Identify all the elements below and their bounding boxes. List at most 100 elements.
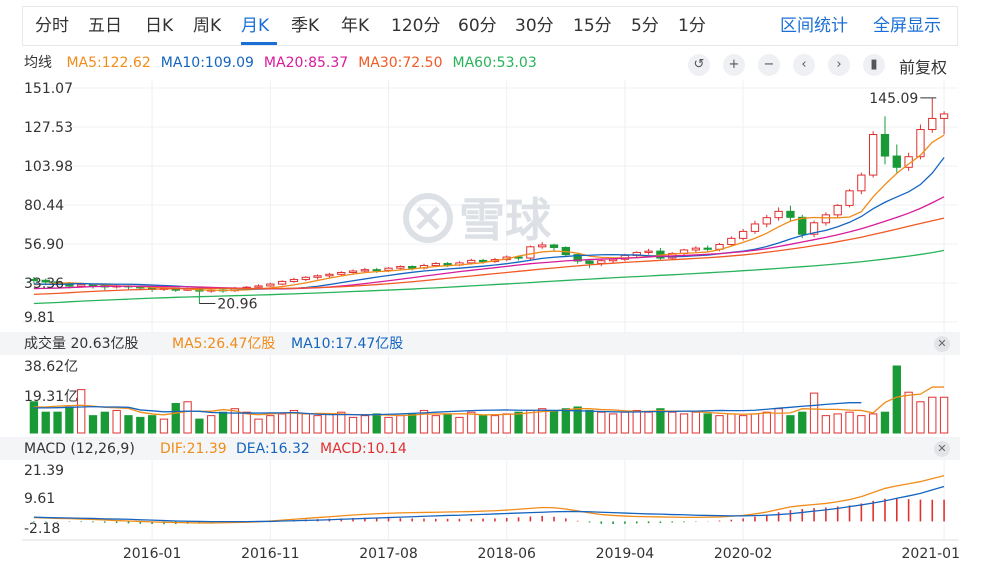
volume-bar xyxy=(490,415,500,434)
ma-line-ma5 xyxy=(33,134,945,292)
tab-10[interactable]: 15分 xyxy=(573,7,612,45)
macd-axis-label: 9.61 xyxy=(24,491,55,507)
volume-bar xyxy=(301,413,310,434)
volume-ma10-label: MA10:17.47亿股 xyxy=(291,336,404,352)
candle-body xyxy=(100,285,109,288)
x-axis-label: 2016-11 xyxy=(241,546,300,562)
zoom-in-icon[interactable]: + xyxy=(723,54,745,76)
candle-body xyxy=(242,286,251,289)
candle-body xyxy=(207,289,216,292)
tab-12[interactable]: 1分 xyxy=(678,7,706,45)
x-axis-label: 2019-04 xyxy=(596,546,655,562)
price-axis-label: 9.81 xyxy=(24,310,55,326)
candle-body xyxy=(869,133,878,176)
x-axis-label: 2020-02 xyxy=(714,546,773,562)
ma-legend-item: MA5:122.62 xyxy=(66,55,151,71)
volume-bar xyxy=(124,415,133,434)
candle-body xyxy=(88,283,98,287)
tab-8[interactable]: 60分 xyxy=(458,7,497,45)
candle-body xyxy=(289,278,299,282)
macd-line-dif xyxy=(33,474,945,524)
volume-ma-line-ma10 xyxy=(33,402,862,416)
volume-bar xyxy=(467,411,476,434)
candle-style-icon[interactable]: ▮ xyxy=(863,54,885,76)
tab-0[interactable]: 分时 xyxy=(35,7,69,45)
candle-body xyxy=(774,210,783,219)
volume-ma5-label: MA5:26.47亿股 xyxy=(172,336,276,352)
candle-body xyxy=(620,254,630,260)
candle-body xyxy=(644,250,653,253)
price-axis-label: 33.36 xyxy=(24,276,64,292)
tab-6[interactable]: 年K xyxy=(341,7,369,45)
candle-body xyxy=(597,260,606,264)
price-axis-label: 151.07 xyxy=(24,81,73,97)
volume-axis-label: 38.62亿 xyxy=(24,359,78,375)
close-volume-icon[interactable]: ✕ xyxy=(934,336,950,352)
volume-bar xyxy=(549,409,559,434)
candle-body xyxy=(916,129,925,158)
ma-legend-title: 均线 xyxy=(24,55,52,71)
scroll-left-icon[interactable]: ‹ xyxy=(793,54,815,76)
tab-7[interactable]: 120分 xyxy=(391,7,440,45)
candle-body xyxy=(136,286,145,289)
tab-11[interactable]: 5分 xyxy=(631,7,659,45)
volume-bar xyxy=(29,401,39,434)
volume-axis-label: 19.31亿 xyxy=(24,389,78,405)
tab-1[interactable]: 五日 xyxy=(88,7,122,45)
volume-bar xyxy=(41,411,50,434)
volume-bar xyxy=(656,408,665,434)
volume-bar xyxy=(916,401,925,434)
volume-bar xyxy=(360,415,370,434)
tab-3[interactable]: 周K xyxy=(193,7,221,45)
tab-2[interactable]: 日K xyxy=(145,7,173,45)
candle-body xyxy=(892,155,901,168)
candle-body xyxy=(183,288,192,291)
kline-chart: 雪球 151.07 127.53 103.98 80.44 56.90 33.36 9.81… xyxy=(0,80,960,562)
volume-bar xyxy=(313,415,322,434)
volume-bar xyxy=(809,392,819,434)
candle-body xyxy=(443,263,452,266)
candle-body xyxy=(668,252,677,259)
adjust-mode-button[interactable]: 前复权 xyxy=(899,54,947,78)
volume-bar xyxy=(573,406,582,434)
volume-bar xyxy=(679,413,689,434)
candle-body xyxy=(467,259,476,264)
candle-body xyxy=(727,237,736,245)
candle-body xyxy=(939,113,949,119)
candle-body xyxy=(41,279,50,283)
volume-bar xyxy=(774,408,783,434)
candle-body xyxy=(573,254,582,262)
volume-bar xyxy=(892,365,901,434)
tab-5[interactable]: 季K xyxy=(291,7,319,45)
candle-body xyxy=(750,223,760,232)
volume-bar xyxy=(715,415,724,434)
reset-icon[interactable]: ↺ xyxy=(688,54,710,76)
volume-bar xyxy=(668,411,677,434)
tab-9[interactable]: 30分 xyxy=(515,7,554,45)
ma-legend-item: MA30:72.50 xyxy=(358,55,443,71)
candle-body xyxy=(77,283,86,287)
candle-body xyxy=(112,285,121,288)
fullscreen-button[interactable]: 全屏显示 xyxy=(873,7,941,45)
volume-bar xyxy=(798,411,807,434)
volume-bar xyxy=(242,411,251,434)
candle-body xyxy=(348,270,358,273)
close-macd-icon[interactable]: ✕ xyxy=(934,441,950,457)
candle-body xyxy=(904,156,913,168)
candle-body xyxy=(786,210,795,218)
volume-bar xyxy=(608,413,618,434)
volume-bar xyxy=(77,389,86,434)
candle-body xyxy=(29,278,39,281)
scroll-right-icon[interactable]: › xyxy=(828,54,850,76)
price-axis-label: 56.90 xyxy=(24,237,64,253)
volume-bar xyxy=(939,396,949,434)
tab-4[interactable]: 月K xyxy=(241,7,269,45)
ma-line-ma30 xyxy=(33,217,945,296)
zoom-out-icon[interactable]: − xyxy=(758,54,780,76)
candle-body xyxy=(798,216,807,235)
x-axis-label: 2018-06 xyxy=(477,546,536,562)
candle-body xyxy=(360,269,370,272)
candle-body xyxy=(514,256,523,259)
ma-legend-item: MA60:53.03 xyxy=(452,55,537,71)
range-stats-button[interactable]: 区间统计 xyxy=(780,7,848,45)
